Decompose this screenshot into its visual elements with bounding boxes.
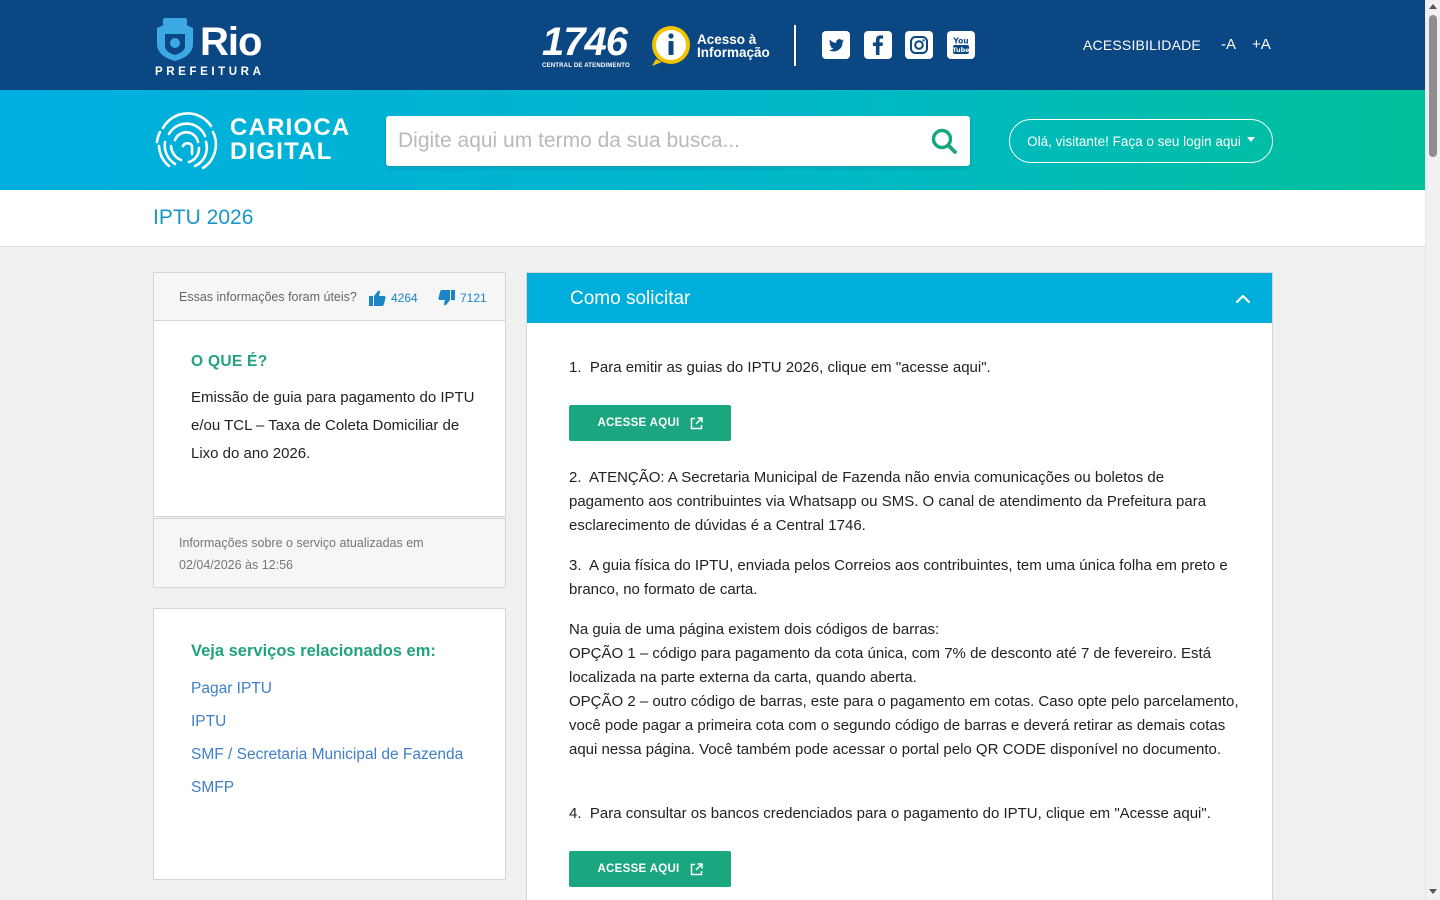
step-number: 4. — [569, 805, 590, 822]
accordion-header[interactable]: Como solicitar — [527, 273, 1272, 323]
cta-label: ACESSE AQUI — [597, 863, 680, 875]
thumbs-up-icon — [369, 290, 386, 306]
fingerprint-icon — [155, 112, 218, 170]
prefeitura-rio-logo[interactable]: Rio PREFEITURA — [153, 16, 278, 80]
scroll-down-icon[interactable] — [1429, 889, 1437, 894]
carioca-line1: CARIOCA — [230, 114, 351, 141]
updated-text: Informações sobre o serviço atualizadas … — [179, 536, 424, 572]
dislike-button[interactable]: 7121 — [438, 290, 487, 306]
thumbs-down-icon — [438, 290, 455, 306]
step-3-text: A guia física do IPTU, enviada pelos Cor… — [569, 557, 1228, 598]
caret-down-icon — [1246, 136, 1255, 142]
1746-number: 1746 — [542, 20, 628, 64]
barcode-info-line1: Na guia de uma página existem dois códig… — [569, 621, 940, 638]
rio-wordmark: Rio — [200, 20, 262, 64]
title-bar: IPTU 2026 — [0, 190, 1425, 247]
info-bubble-icon — [652, 26, 690, 66]
page-scrollbar[interactable] — [1425, 0, 1440, 900]
prefeitura-wordmark: PREFEITURA — [155, 66, 265, 78]
svg-text:Tube: Tube — [952, 46, 970, 54]
carioca-digital-logo[interactable]: CARIOCA DIGITAL — [153, 106, 353, 176]
step-number: 3. — [569, 557, 590, 574]
like-count: 4264 — [391, 291, 418, 305]
central-1746-logo[interactable]: 1746 CENTRAL DE ATENDIMENTO — [542, 20, 632, 69]
what-is-heading: O QUE É? — [191, 353, 268, 370]
search-box — [386, 116, 970, 166]
header-divider — [794, 25, 796, 66]
how-to-request-accordion: Como solicitar 1. Para emitir as guias d… — [526, 272, 1273, 900]
acesso-line2: Informação — [697, 45, 770, 60]
related-heading: Veja serviços relacionados em: — [191, 642, 436, 660]
1746-subtitle: CENTRAL DE ATENDIMENTO — [542, 63, 630, 69]
step-3: 3. A guia física do IPTU, enviada pelos … — [569, 554, 1239, 602]
step-4: 4. Para consultar os bancos credenciados… — [569, 802, 1239, 826]
acesse-aqui-button-1[interactable]: ACESSE AQUI — [569, 405, 731, 441]
external-link-icon — [690, 862, 703, 875]
scrollbar-thumb[interactable] — [1429, 15, 1437, 157]
barcode-info-option2: OPÇÃO 2 – outro código de barras, este p… — [569, 693, 1239, 758]
step-number: 1. — [569, 359, 590, 376]
related-link[interactable]: Pagar IPTU — [191, 677, 481, 700]
login-label: Olá, visitante! Faça o seu login aqui — [1027, 133, 1241, 149]
dislike-count: 7121 — [460, 291, 487, 305]
svg-text:You: You — [952, 37, 968, 46]
step-2: 2. ATENÇÃO: A Secretaria Municipal de Fa… — [569, 466, 1239, 538]
step-1-text: Para emitir as guias do IPTU 2026, cliqu… — [589, 359, 991, 376]
related-link[interactable]: IPTU — [191, 710, 481, 733]
feedback-question: Essas informações foram úteis? — [179, 290, 357, 304]
related-services-card: Veja serviços relacionados em: Pagar IPT… — [153, 608, 506, 880]
search-input[interactable] — [398, 116, 918, 166]
login-button[interactable]: Olá, visitante! Faça o seu login aqui — [1009, 119, 1273, 163]
related-link[interactable]: SMF / Secretaria Municipal de Fazenda — [191, 743, 481, 766]
what-is-text: Emissão de guia para pagamento do IPTU e… — [191, 389, 475, 462]
instagram-icon[interactable] — [905, 31, 933, 59]
search-header: CARIOCA DIGITAL Olá, visitante! Faça o s… — [0, 90, 1425, 190]
step-1: 1. Para emitir as guias do IPTU 2026, cl… — [569, 356, 1239, 380]
search-icon[interactable] — [930, 127, 958, 155]
like-button[interactable]: 4264 — [369, 290, 418, 306]
twitter-icon[interactable] — [822, 31, 850, 59]
chevron-up-icon[interactable] — [1234, 290, 1252, 308]
related-list: Pagar IPTU IPTU SMF / Secretaria Municip… — [191, 677, 481, 809]
carioca-line2: DIGITAL — [230, 138, 333, 165]
font-decrease-button[interactable]: -A — [1221, 36, 1236, 53]
top-bar: Rio PREFEITURA 1746 CENTRAL DE ATENDIMEN… — [0, 0, 1425, 90]
updated-info-box: Informações sobre o serviço atualizadas … — [153, 518, 506, 588]
scroll-up-icon[interactable] — [1429, 4, 1437, 9]
cta-label: ACESSE AQUI — [597, 417, 680, 429]
acesse-aqui-button-2[interactable]: ACESSE AQUI — [569, 851, 731, 887]
feedback-box: Essas informações foram úteis? 4264 7121 — [153, 272, 506, 321]
acesso-informacao-logo[interactable]: Acesso à Informação — [650, 24, 780, 68]
step-4-text: Para consultar os bancos credenciados pa… — [589, 805, 1211, 822]
what-is-card: O QUE É? Emissão de guia para pagamento … — [153, 320, 506, 517]
acessibilidade-link[interactable]: ACESSIBILIDADE — [1083, 37, 1201, 53]
facebook-icon[interactable] — [864, 31, 892, 59]
youtube-icon[interactable]: You Tube — [947, 31, 975, 59]
barcode-info-option1: OPÇÃO 1 – código para pagamento da cota … — [569, 645, 1212, 686]
barcode-info: Na guia de uma página existem dois códig… — [569, 618, 1239, 762]
external-link-icon — [690, 416, 703, 429]
related-link[interactable]: SMFP — [191, 776, 481, 799]
rio-crest-icon — [157, 18, 193, 61]
page-title: IPTU 2026 — [153, 206, 254, 229]
accordion-title: Como solicitar — [570, 288, 691, 309]
font-increase-button[interactable]: +A — [1252, 36, 1271, 53]
step-number: 2. — [569, 469, 590, 486]
step-2-text: ATENÇÃO: A Secretaria Municipal de Fazen… — [569, 469, 1207, 534]
